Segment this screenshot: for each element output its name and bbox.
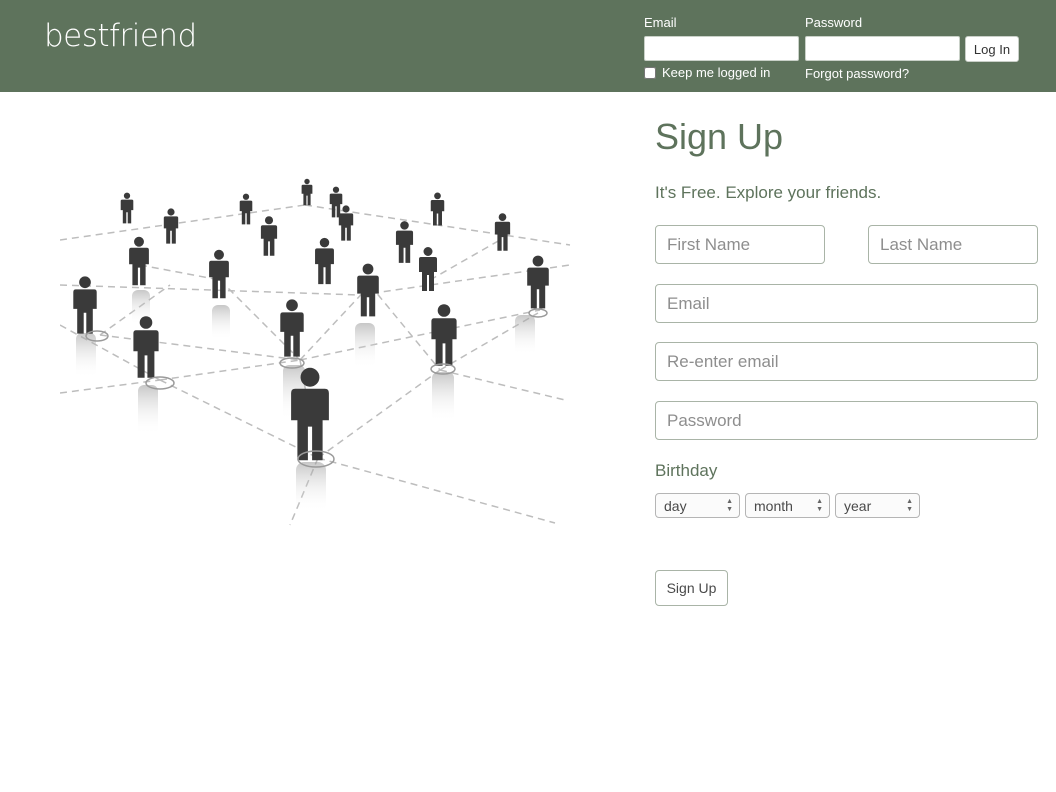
reenter-email-field[interactable] — [655, 342, 1038, 381]
select-arrows-icon: ▲ ▼ — [726, 498, 733, 513]
login-password-input[interactable] — [805, 36, 960, 61]
birthday-year-select[interactable]: year ▲ ▼ — [835, 493, 920, 518]
signup-button[interactable]: Sign Up — [655, 570, 728, 606]
login-password-label: Password — [805, 15, 863, 30]
keep-logged-in-label: Keep me logged in — [662, 65, 771, 80]
top-header: bestfriend Email Password Log In Keep me… — [0, 0, 1056, 92]
birthday-day-select[interactable]: day ▲ ▼ — [655, 493, 740, 518]
last-name-field[interactable] — [868, 225, 1038, 264]
select-arrows-icon: ▲ ▼ — [906, 498, 913, 513]
birthday-month-select[interactable]: month ▲ ▼ — [745, 493, 830, 518]
birthday-label: Birthday — [655, 461, 718, 480]
login-button[interactable]: Log In — [965, 36, 1019, 62]
login-email-label: Email — [644, 15, 677, 30]
birthday-month-value: month — [754, 497, 793, 514]
birthday-day-value: day — [664, 497, 687, 514]
birthday-year-value: year — [844, 497, 872, 514]
select-arrows-icon: ▲ ▼ — [816, 498, 823, 513]
email-field[interactable] — [655, 284, 1038, 323]
first-name-field[interactable] — [655, 225, 825, 264]
password-field[interactable] — [655, 401, 1038, 440]
logo: bestfriend — [44, 18, 197, 54]
forgot-password-link[interactable]: Forgot password? — [805, 66, 909, 81]
people-network-icon — [60, 178, 571, 526]
login-email-input[interactable] — [644, 36, 799, 61]
signup-subtitle: It's Free. Explore your friends. — [655, 183, 882, 202]
keep-logged-in[interactable]: Keep me logged in — [644, 65, 770, 80]
signup-title: Sign Up — [655, 116, 784, 157]
keep-logged-in-checkbox[interactable] — [644, 66, 656, 79]
